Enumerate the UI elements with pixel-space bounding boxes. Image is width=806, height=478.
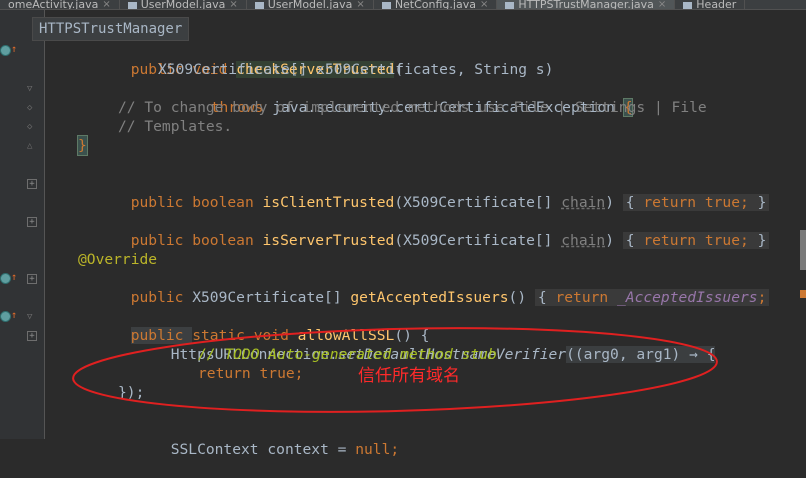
keyword: null <box>355 441 391 458</box>
annotation-label: 信任所有域名 <box>358 366 460 386</box>
code-text: SSLContext context = <box>170 441 356 458</box>
scrollbar-thumb[interactable] <box>800 230 806 270</box>
semicolon: ; <box>390 441 400 458</box>
error-stripe-mark[interactable] <box>800 290 806 298</box>
